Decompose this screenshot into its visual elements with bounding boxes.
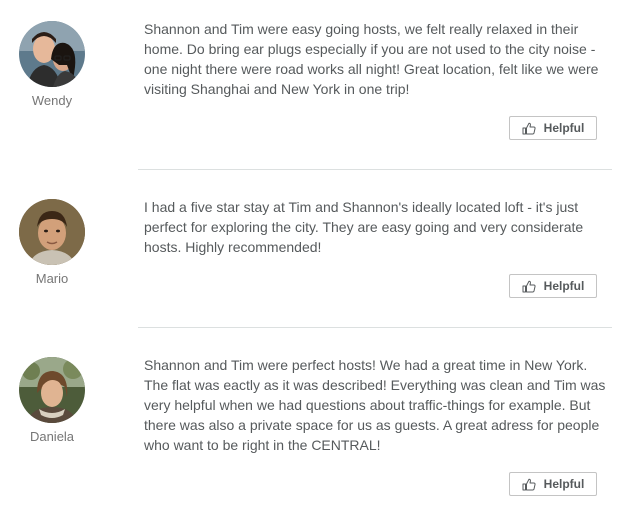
helpful-label: Helpful — [543, 279, 585, 293]
helpful-button[interactable]: Helpful — [509, 274, 597, 298]
thumbs-up-icon — [522, 122, 536, 135]
helpful-label: Helpful — [543, 121, 585, 135]
thumbs-up-icon — [522, 280, 536, 293]
reviewer-name[interactable]: Daniela — [8, 429, 96, 444]
helpful-label: Helpful — [543, 477, 585, 491]
review-text: Shannon and Tim were easy going hosts, w… — [144, 21, 599, 97]
reviewer-profile[interactable]: Daniela — [18, 357, 86, 444]
avatar[interactable] — [19, 199, 85, 265]
review-text: Shannon and Tim were perfect hosts! We h… — [144, 357, 606, 453]
helpful-button[interactable]: Helpful — [509, 116, 597, 140]
reviewer-name[interactable]: Mario — [8, 271, 96, 286]
reviewer-name[interactable]: Wendy — [8, 93, 96, 108]
helpful-button[interactable]: Helpful — [509, 472, 597, 496]
thumbs-up-icon — [522, 478, 536, 491]
review-text: I had a five star stay at Tim and Shanno… — [144, 199, 584, 255]
avatar[interactable] — [19, 357, 85, 423]
divider — [138, 327, 612, 328]
divider — [138, 169, 612, 170]
reviewer-profile[interactable]: Mario — [18, 199, 86, 286]
reviewer-profile[interactable]: Wendy — [18, 21, 86, 108]
avatar[interactable] — [19, 21, 85, 87]
